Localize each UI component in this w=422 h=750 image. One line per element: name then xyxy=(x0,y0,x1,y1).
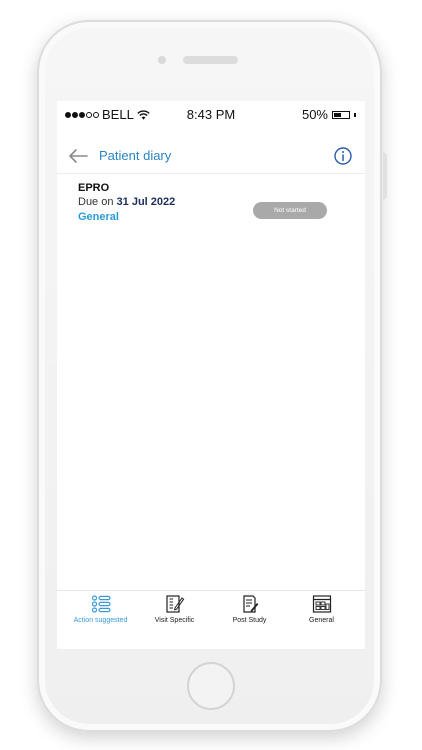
status-badge: Not started xyxy=(253,202,327,219)
calendar-grid-icon xyxy=(312,595,331,613)
tab-label: Post Study xyxy=(232,617,267,624)
tab-visit-specific[interactable]: Visit Specific xyxy=(136,595,213,631)
battery-icon xyxy=(332,110,350,119)
due-date: 31 Jul 2022 xyxy=(116,196,176,208)
front-camera xyxy=(158,56,166,64)
document-edit-icon xyxy=(242,595,258,613)
battery-percent: 50% xyxy=(301,107,328,122)
diary-item-title: EPRO xyxy=(78,182,110,194)
arrow-left-icon[interactable] xyxy=(67,145,89,167)
diary-item-category: General xyxy=(78,211,119,223)
page-title: Patient diary xyxy=(99,148,172,163)
due-prefix: Due on xyxy=(78,196,114,208)
app-screen: BELL 8:43 PM 50% Patient diary EPRO Due … xyxy=(57,101,365,649)
earpiece-speaker xyxy=(183,56,238,64)
list-icon xyxy=(91,595,111,613)
diary-item-due: Due on 31 Jul 2022 xyxy=(78,196,175,208)
tab-label: Action suggested xyxy=(73,617,128,624)
phone-side-button xyxy=(383,153,387,199)
home-button[interactable] xyxy=(187,662,235,710)
tab-label: Visit Specific xyxy=(154,617,195,624)
diary-list-item[interactable]: EPRO Due on 31 Jul 2022 General Not star… xyxy=(57,179,365,227)
battery-group: 50% xyxy=(302,107,356,122)
app-header: Patient diary xyxy=(57,141,365,174)
tab-action-suggested[interactable]: Action suggested xyxy=(62,595,139,631)
tab-post-study[interactable]: Post Study xyxy=(211,595,288,631)
battery-tip xyxy=(354,112,356,117)
tab-label: General xyxy=(309,617,334,624)
bottom-tab-bar: Action suggested Visit Specific Post Stu… xyxy=(57,590,365,631)
info-circle-icon[interactable] xyxy=(333,146,353,166)
tab-general[interactable]: General xyxy=(283,595,360,631)
status-bar: BELL 8:43 PM 50% xyxy=(57,101,365,127)
clipboard-edit-icon xyxy=(165,595,184,613)
